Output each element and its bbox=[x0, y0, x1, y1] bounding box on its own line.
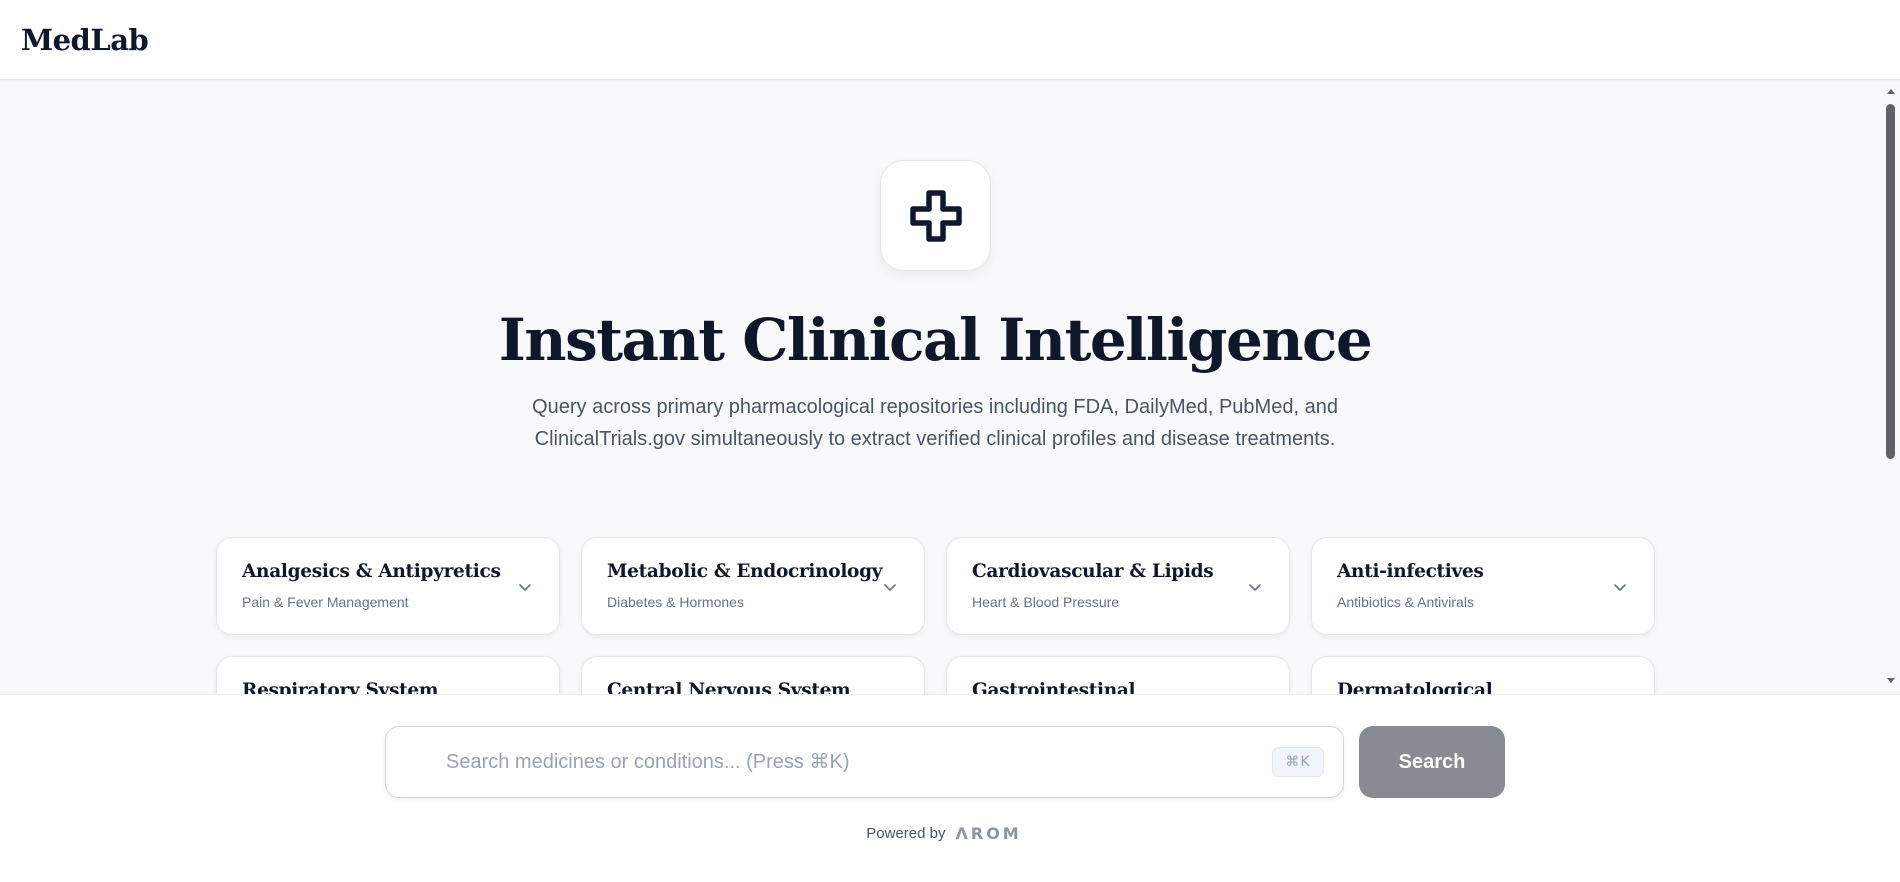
brand-logo[interactable]: MedLab bbox=[21, 23, 149, 57]
top-header: MedLab bbox=[0, 0, 1900, 80]
category-title: Respiratory System bbox=[242, 680, 439, 694]
category-title: Central Nervous System bbox=[607, 680, 851, 694]
category-title: Analgesics & Antipyretics bbox=[242, 561, 501, 582]
category-card-analgesics[interactable]: Analgesics & Antipyretics Pain & Fever M… bbox=[216, 537, 560, 635]
category-subtitle: Heart & Blood Pressure bbox=[972, 594, 1120, 610]
powered-by: Powered by ΛROM bbox=[0, 824, 1888, 843]
hero-subtitle-line-1: Query across primary pharmacological rep… bbox=[532, 396, 1338, 418]
chevron-down-icon bbox=[1249, 584, 1261, 591]
keyboard-shortcut-hint: ⌘K bbox=[1272, 747, 1324, 777]
chevron-down-icon bbox=[1614, 584, 1626, 591]
chevron-down-icon bbox=[519, 584, 531, 591]
category-card-cns[interactable]: Central Nervous System bbox=[581, 656, 925, 694]
search-button[interactable]: Search bbox=[1359, 726, 1505, 798]
category-subtitle: Diabetes & Hormones bbox=[607, 594, 744, 610]
search-box[interactable]: ⌘K bbox=[385, 726, 1344, 798]
category-card-anti-infectives[interactable]: Anti-infectives Antibiotics & Antivirals bbox=[1311, 537, 1655, 635]
chevron-down-icon bbox=[884, 584, 896, 591]
scroll-down-arrow-icon[interactable] bbox=[1886, 677, 1896, 685]
hero-icon-container bbox=[880, 160, 991, 271]
hero-title: Instant Clinical Intelligence bbox=[498, 306, 1373, 374]
search-input[interactable] bbox=[446, 727, 1226, 797]
scrollbar-thumb[interactable] bbox=[1886, 104, 1895, 459]
main-content[interactable]: Instant Clinical Intelligence Query acro… bbox=[0, 81, 1900, 694]
scroll-up-arrow-icon[interactable] bbox=[1886, 87, 1896, 95]
medical-cross-icon bbox=[909, 189, 962, 242]
category-subtitle: Antibiotics & Antivirals bbox=[1337, 594, 1474, 610]
category-card-dermatological[interactable]: Dermatological bbox=[1311, 656, 1655, 694]
category-title: Cardiovascular & Lipids bbox=[972, 561, 1214, 582]
category-card-cardiovascular[interactable]: Cardiovascular & Lipids Heart & Blood Pr… bbox=[946, 537, 1290, 635]
category-title: Dermatological bbox=[1337, 680, 1493, 694]
vertical-scrollbar[interactable] bbox=[1882, 81, 1900, 694]
category-title: Gastrointestinal bbox=[972, 680, 1136, 694]
category-card-respiratory[interactable]: Respiratory System bbox=[216, 656, 560, 694]
category-title: Anti-infectives bbox=[1337, 561, 1484, 582]
category-subtitle: Pain & Fever Management bbox=[242, 594, 409, 610]
hero-subtitle-line-2: ClinicalTrials.gov simultaneously to ext… bbox=[534, 428, 1336, 450]
powered-by-label: Powered by bbox=[866, 825, 946, 842]
arom-logo[interactable]: ΛROM bbox=[955, 824, 1021, 843]
hero-subtitle: Query across primary pharmacological rep… bbox=[0, 391, 1870, 455]
category-card-gastrointestinal[interactable]: Gastrointestinal bbox=[946, 656, 1290, 694]
category-title: Metabolic & Endocrinology bbox=[607, 561, 883, 582]
search-footer: ⌘K Search Powered by ΛROM bbox=[0, 694, 1900, 882]
category-card-metabolic[interactable]: Metabolic & Endocrinology Diabetes & Hor… bbox=[581, 537, 925, 635]
